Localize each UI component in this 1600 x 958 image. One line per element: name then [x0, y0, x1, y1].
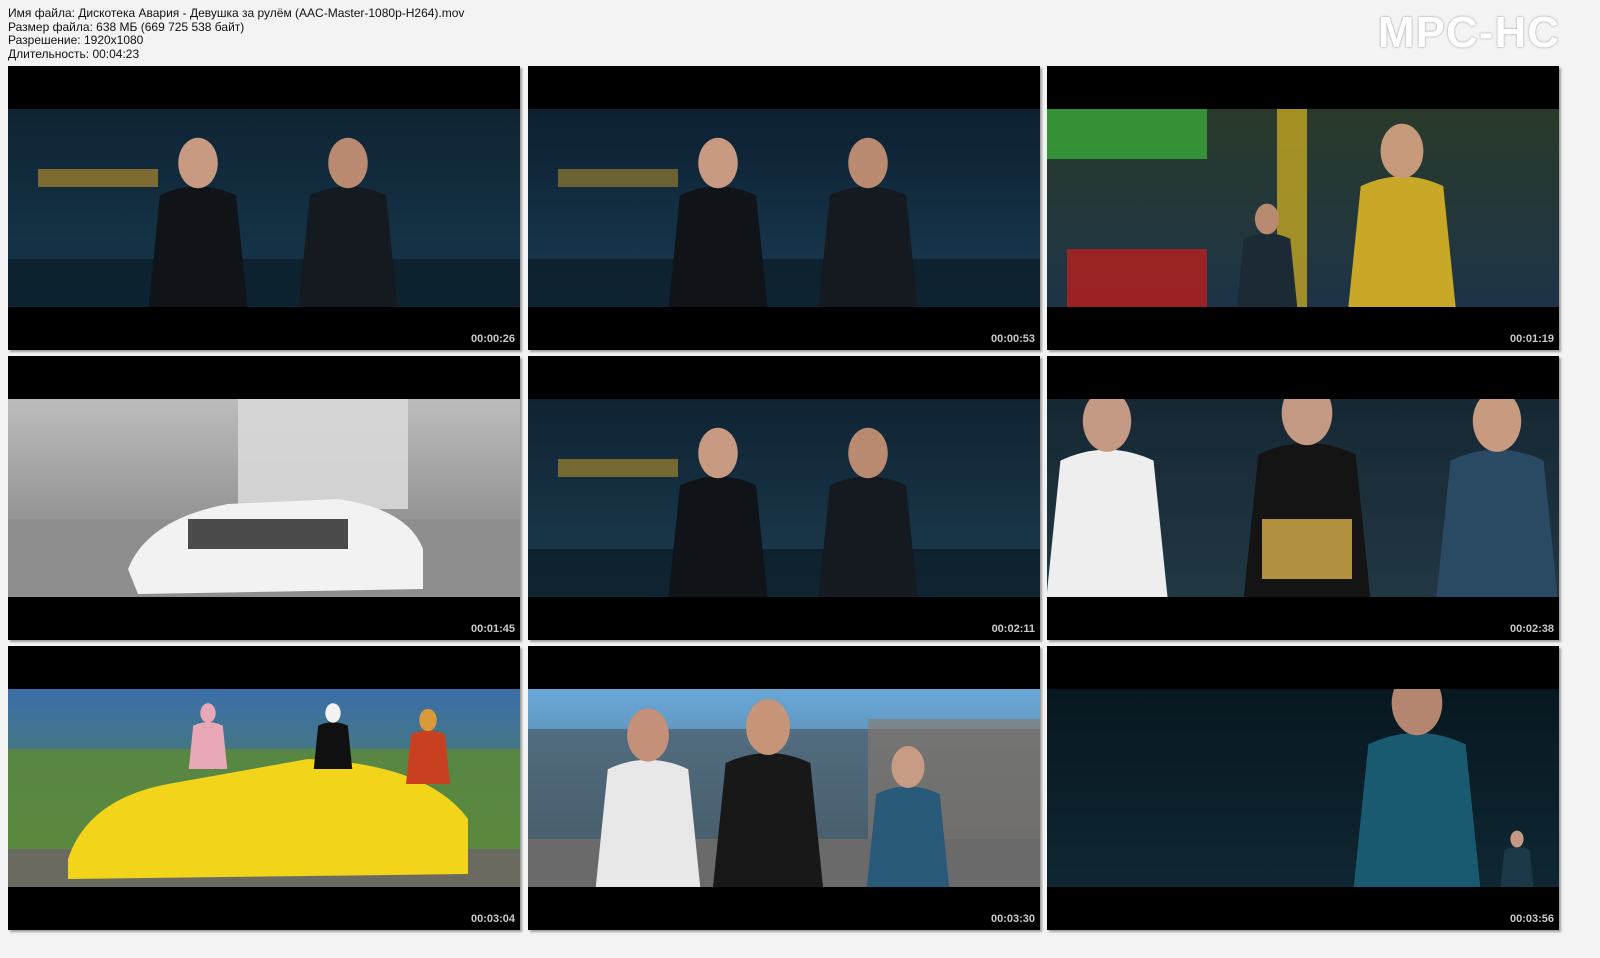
- thumbnail-frame-image: [8, 399, 520, 597]
- file-info: Имя файла: Дискотека Авария - Девушка за…: [8, 6, 465, 61]
- mpc-hc-logo: MPC-HC: [1378, 8, 1560, 57]
- thumbnail-frame-image: [528, 689, 1040, 887]
- duration-line: Длительность: 00:04:23: [8, 46, 140, 61]
- thumbnail-timestamp: 00:03:30: [990, 913, 1035, 925]
- video-thumbnail: 00:02:11: [528, 356, 1040, 640]
- video-thumbnail: 00:00:53: [528, 66, 1040, 350]
- thumbnail-frame-image: [1047, 399, 1559, 597]
- thumbnail-timestamp: 00:03:56: [1509, 913, 1554, 925]
- thumbnail-frame-image: [1047, 109, 1559, 307]
- thumbnail-frame-image: [1047, 689, 1559, 887]
- thumbnail-timestamp: 00:02:11: [991, 623, 1035, 635]
- thumbnail-timestamp: 00:01:45: [470, 623, 515, 635]
- thumbnail-timestamp: 00:00:53: [990, 333, 1035, 345]
- video-thumbnail: 00:03:04: [8, 646, 520, 930]
- video-thumbnail: 00:01:19: [1047, 66, 1559, 350]
- resolution-line: Разрешение: 1920x1080: [8, 33, 144, 47]
- video-thumbnail: 00:03:56: [1047, 646, 1559, 930]
- thumbnail-frame-image: [528, 399, 1040, 597]
- thumbnail-timestamp: 00:01:19: [1509, 333, 1554, 345]
- file-size-line: Размер файла: 638 МБ (669 725 538 байт): [8, 19, 245, 34]
- thumbnail-frame-image: [8, 689, 520, 887]
- thumbnail-frame-image: [8, 109, 520, 307]
- video-thumbnail: 00:00:26: [8, 66, 520, 350]
- video-thumbnail: 00:03:30: [528, 646, 1040, 930]
- thumbnail-timestamp: 00:03:04: [470, 913, 515, 925]
- thumbnail-timestamp: 00:02:38: [1509, 623, 1554, 635]
- video-thumbnail: 00:02:38: [1047, 356, 1559, 640]
- thumbnail-frame-image: [528, 109, 1040, 307]
- thumbnail-timestamp: 00:00:26: [470, 333, 515, 345]
- video-thumbnail: 00:01:45: [8, 356, 520, 640]
- file-name-line: Имя файла: Дискотека Авария - Девушка за…: [8, 6, 465, 20]
